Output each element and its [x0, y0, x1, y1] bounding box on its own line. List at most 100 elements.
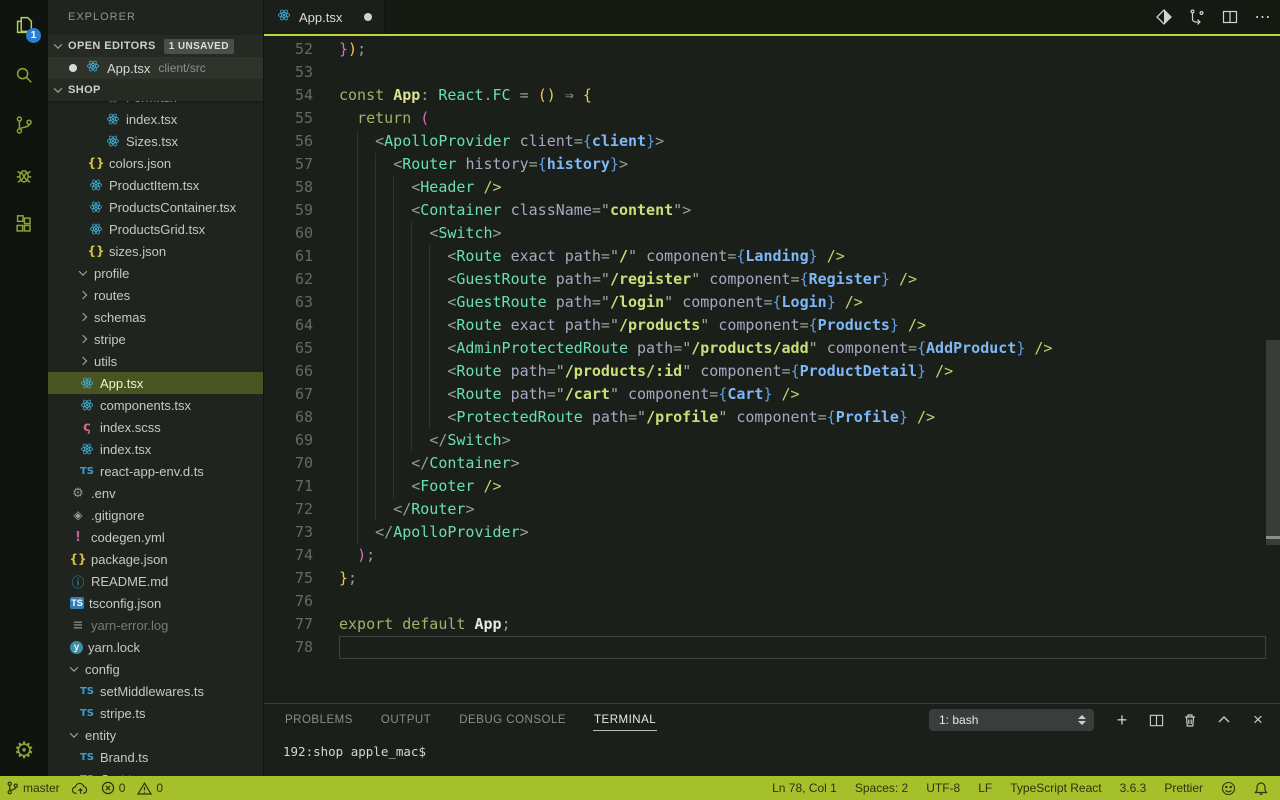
- code-line-64[interactable]: 64 <Route exact path="/products" compone…: [264, 314, 1280, 337]
- code-line-65[interactable]: 65 <AdminProtectedRoute path="/products/…: [264, 337, 1280, 360]
- status-branch[interactable]: master: [0, 776, 66, 800]
- code-line-63[interactable]: 63 <GuestRoute path="/login" component={…: [264, 291, 1280, 314]
- open-editor-item-app-tsx[interactable]: App.tsx client/src: [48, 57, 263, 79]
- status-utf-8[interactable]: UTF-8: [926, 776, 960, 800]
- activity-explorer-button[interactable]: 1: [0, 0, 48, 50]
- status-cloud[interactable]: [66, 776, 95, 800]
- tree-item-yarn-lock[interactable]: yyarn.lock: [48, 636, 263, 658]
- panel-tab-output[interactable]: OUTPUT: [380, 710, 432, 730]
- tree-item-package-json[interactable]: {}package.json: [48, 548, 263, 570]
- code-line-71[interactable]: 71 <Footer />: [264, 475, 1280, 498]
- tree-item--gitignore[interactable]: ◈.gitignore: [48, 504, 263, 526]
- more-actions-button[interactable]: ⋯: [1254, 8, 1272, 26]
- tree-item-index-tsx[interactable]: index.tsx: [48, 438, 263, 460]
- tree-item-brand-ts[interactable]: TSBrand.ts: [48, 746, 263, 768]
- tree-item-productsgrid-tsx[interactable]: ProductsGrid.tsx: [48, 218, 263, 240]
- tree-item-config[interactable]: config: [48, 658, 263, 680]
- tree-item-index-tsx[interactable]: index.tsx: [48, 108, 263, 130]
- tree-item-index-scss[interactable]: ςindex.scss: [48, 416, 263, 438]
- code-line-73[interactable]: 73 </ApolloProvider>: [264, 521, 1280, 544]
- code-line-67[interactable]: 67 <Route path="/cart" component={Cart} …: [264, 383, 1280, 406]
- kill-terminal-button[interactable]: [1180, 710, 1200, 730]
- panel-tab-problems[interactable]: PROBLEMS: [284, 710, 354, 730]
- code-line-59[interactable]: 59 <Container className="content">: [264, 199, 1280, 222]
- code-line-62[interactable]: 62 <GuestRoute path="/register" componen…: [264, 268, 1280, 291]
- tree-item-app-tsx[interactable]: App.tsx: [48, 372, 263, 394]
- tree-item-tsconfig-json[interactable]: TStsconfig.json: [48, 592, 263, 614]
- panel-tab-debug-console[interactable]: DEBUG CONSOLE: [458, 710, 567, 730]
- tab-app-tsx[interactable]: App.tsx: [264, 0, 385, 34]
- editor-scrollbar[interactable]: [1266, 36, 1280, 703]
- tree-item-productitem-tsx[interactable]: ProductItem.tsx: [48, 174, 263, 196]
- status-spaces-2[interactable]: Spaces: 2: [855, 776, 908, 800]
- status-3-6-3[interactable]: 3.6.3: [1120, 776, 1147, 800]
- panel-tab-terminal[interactable]: TERMINAL: [593, 710, 657, 731]
- tree-item--env[interactable]: ⚙.env: [48, 482, 263, 504]
- tree-item-sizes-json[interactable]: {}sizes.json: [48, 240, 263, 262]
- tree-item-stripe[interactable]: stripe: [48, 328, 263, 350]
- status-lf[interactable]: LF: [978, 776, 992, 800]
- code-line-60[interactable]: 60 <Switch>: [264, 222, 1280, 245]
- tree-item-sizes-tsx[interactable]: Sizes.tsx: [48, 130, 263, 152]
- activity-settings-button[interactable]: ⚙: [0, 726, 48, 776]
- tree-item-profile[interactable]: profile: [48, 262, 263, 284]
- code-line-57[interactable]: 57 <Router history={history}>: [264, 153, 1280, 176]
- status-typescript-react[interactable]: TypeScript React: [1010, 776, 1101, 800]
- tree-item-setmiddlewares-ts[interactable]: TSsetMiddlewares.ts: [48, 680, 263, 702]
- code-line-56[interactable]: 56 <ApolloProvider client={client}>: [264, 130, 1280, 153]
- compare-changes-button[interactable]: [1188, 8, 1206, 26]
- code-line-61[interactable]: 61 <Route exact path="/" component={Land…: [264, 245, 1280, 268]
- tree-item-codegen-yml[interactable]: !codegen.yml: [48, 526, 263, 548]
- terminal-select[interactable]: 1: bash: [929, 709, 1094, 731]
- open-changes-button[interactable]: [1155, 8, 1173, 26]
- tab-modified-dot-icon[interactable]: [364, 13, 372, 21]
- code-line-55[interactable]: 55 return (: [264, 107, 1280, 130]
- activity-source-control-button[interactable]: [0, 100, 48, 150]
- code-line-52[interactable]: 52});: [264, 38, 1280, 61]
- status-ln-78-col-1[interactable]: Ln 78, Col 1: [772, 776, 837, 800]
- status-bell[interactable]: [1254, 776, 1268, 800]
- activity-extensions-button[interactable]: [0, 200, 48, 250]
- tree-item-productscontainer-tsx[interactable]: ProductsContainer.tsx: [48, 196, 263, 218]
- new-terminal-button[interactable]: +: [1112, 710, 1132, 730]
- project-section-header[interactable]: SHOP: [48, 79, 263, 101]
- code-line-72[interactable]: 72 </Router>: [264, 498, 1280, 521]
- tree-item-routes[interactable]: routes: [48, 284, 263, 306]
- status-error[interactable]: 0: [95, 776, 132, 800]
- open-editors-header[interactable]: OPEN EDITORS 1 UNSAVED: [48, 35, 263, 57]
- tree-item-yarn-error-log[interactable]: ≡yarn-error.log: [48, 614, 263, 636]
- tree-item-utils[interactable]: utils: [48, 350, 263, 372]
- tree-item-entity[interactable]: entity: [48, 724, 263, 746]
- code-line-75[interactable]: 75};: [264, 567, 1280, 590]
- tree-item-schemas[interactable]: schemas: [48, 306, 263, 328]
- status-smiley[interactable]: [1221, 776, 1236, 800]
- code-line-77[interactable]: 77export default App;: [264, 613, 1280, 636]
- code-line-76[interactable]: 76: [264, 590, 1280, 613]
- activity-search-button[interactable]: [0, 50, 48, 100]
- tree-item-colors-json[interactable]: {}colors.json: [48, 152, 263, 174]
- code-line-69[interactable]: 69 </Switch>: [264, 429, 1280, 452]
- code-line-78[interactable]: 78: [264, 636, 1280, 659]
- tree-item-stripe-ts[interactable]: TSstripe.ts: [48, 702, 263, 724]
- code-line-74[interactable]: 74 );: [264, 544, 1280, 567]
- maximize-panel-button[interactable]: [1214, 710, 1234, 730]
- close-panel-button[interactable]: ×: [1248, 710, 1268, 730]
- status-warning[interactable]: 0: [131, 776, 169, 800]
- split-editor-button[interactable]: [1221, 8, 1239, 26]
- code-line-53[interactable]: 53: [264, 61, 1280, 84]
- status-prettier[interactable]: Prettier: [1164, 776, 1203, 800]
- tree-item-components-tsx[interactable]: components.tsx: [48, 394, 263, 416]
- code-line-70[interactable]: 70 </Container>: [264, 452, 1280, 475]
- split-terminal-button[interactable]: [1146, 710, 1166, 730]
- tree-item-cart-ts[interactable]: TSCart.ts: [48, 768, 263, 776]
- scrollbar-thumb[interactable]: [1266, 340, 1280, 545]
- tree-item-react-app-env-d-ts[interactable]: TSreact-app-env.d.ts: [48, 460, 263, 482]
- terminal-output[interactable]: 192:shop apple_mac$: [283, 744, 426, 759]
- code-line-68[interactable]: 68 <ProtectedRoute path="/profile" compo…: [264, 406, 1280, 429]
- tree-item-readme-md[interactable]: ⓘREADME.md: [48, 570, 263, 592]
- code-line-54[interactable]: 54const App: React.FC = () ⇒ {: [264, 84, 1280, 107]
- code-line-66[interactable]: 66 <Route path="/products/:id" component…: [264, 360, 1280, 383]
- code-line-58[interactable]: 58 <Header />: [264, 176, 1280, 199]
- activity-debug-button[interactable]: [0, 150, 48, 200]
- code-editor[interactable]: 52});5354const App: React.FC = () ⇒ {55 …: [264, 36, 1280, 703]
